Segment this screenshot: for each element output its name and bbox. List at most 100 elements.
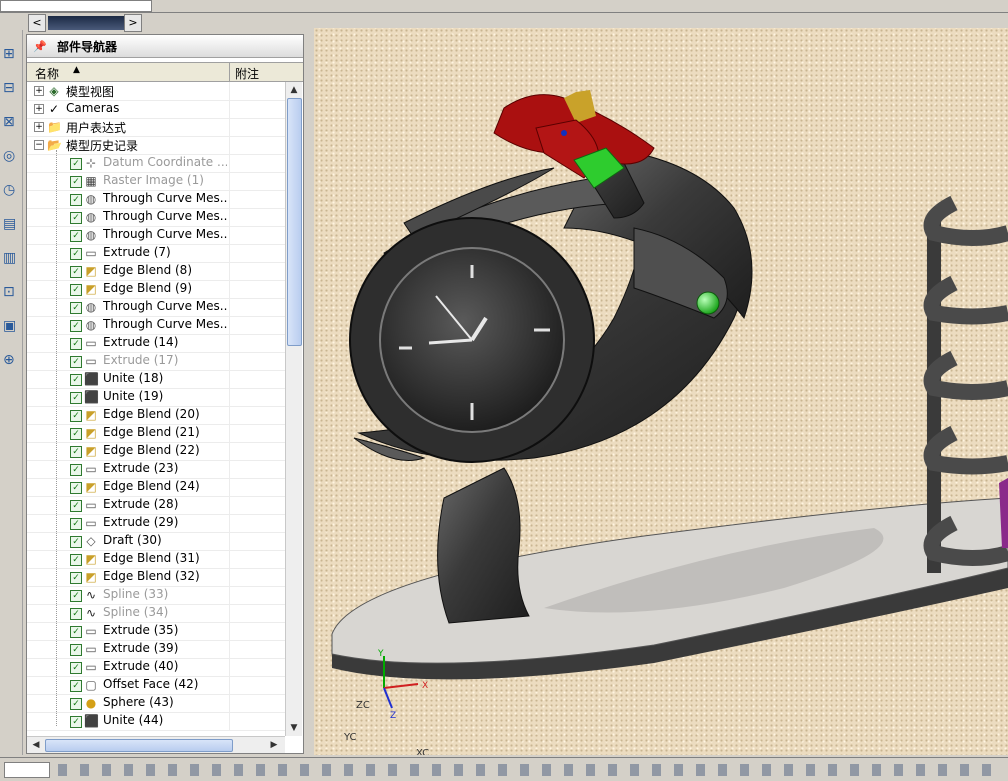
system-materials-icon[interactable]: ▣ (3, 318, 19, 334)
toolbar-icon-strip[interactable] (58, 764, 998, 776)
feature-row[interactable]: ✓◩Edge Blend (22) (27, 442, 285, 461)
feature-checkbox[interactable]: ✓ (70, 230, 82, 242)
horizontal-scrollbar[interactable]: ◀ ▶ (27, 736, 285, 753)
feature-checkbox[interactable]: ✓ (70, 590, 82, 602)
feature-row[interactable]: ✓◍Through Curve Mes... (27, 190, 285, 209)
feature-row[interactable]: ✓∿Spline (33) (27, 586, 285, 605)
templates-icon[interactable]: ▤ (3, 216, 19, 232)
feature-checkbox[interactable]: ✓ (70, 194, 82, 206)
web-browser-icon[interactable]: ⊡ (3, 284, 19, 300)
tree-node[interactable]: +📁用户表达式 (27, 118, 285, 137)
feature-row[interactable]: ✓◩Edge Blend (24) (27, 478, 285, 497)
feature-row[interactable]: ✓▭Extrude (28) (27, 496, 285, 515)
feature-row[interactable]: ✓◩Edge Blend (32) (27, 568, 285, 587)
feature-checkbox[interactable]: ✓ (70, 518, 82, 530)
feature-row[interactable]: ✓▦Raster Image (1) (27, 172, 285, 191)
feature-row[interactable]: ✓◇Draft (30) (27, 532, 285, 551)
scroll-left-icon[interactable]: ◀ (29, 738, 43, 752)
feature-row[interactable]: ✓▭Extrude (17) (27, 352, 285, 371)
feature-row[interactable]: ✓◍Through Curve Mes... (27, 208, 285, 227)
feature-checkbox[interactable]: ✓ (70, 392, 82, 404)
feature-row[interactable]: ✓●Sphere (43) (27, 694, 285, 713)
feature-row[interactable]: ✓▭Extrude (23) (27, 460, 285, 479)
part-navigator-icon[interactable]: ⊠ (3, 114, 19, 130)
constraint-navigator-icon[interactable]: ⊟ (3, 80, 19, 96)
name-column-header[interactable]: 名称 (35, 65, 59, 82)
feature-checkbox[interactable]: ✓ (70, 356, 82, 368)
feature-row[interactable]: ✓◍Through Curve Mes... (27, 226, 285, 245)
feature-row[interactable]: ✓◩Edge Blend (31) (27, 550, 285, 569)
feature-checkbox[interactable]: ✓ (70, 302, 82, 314)
column-divider[interactable] (229, 63, 230, 81)
graphics-viewport[interactable]: X Y Z ZC YC XC (314, 28, 1008, 755)
scroll-up-icon[interactable]: ▲ (287, 83, 301, 97)
feature-checkbox[interactable]: ✓ (70, 554, 82, 566)
nav-back-button[interactable]: < (28, 14, 46, 32)
feature-checkbox[interactable]: ✓ (70, 464, 82, 476)
feature-row[interactable]: ✓◩Edge Blend (8) (27, 262, 285, 281)
feature-checkbox[interactable]: ✓ (70, 212, 82, 224)
feature-row[interactable]: ✓▭Extrude (40) (27, 658, 285, 677)
feature-row[interactable]: ✓▭Extrude (39) (27, 640, 285, 659)
feature-checkbox[interactable]: ✓ (70, 716, 82, 728)
feature-checkbox[interactable]: ✓ (70, 482, 82, 494)
history-icon[interactable]: ◷ (3, 182, 19, 198)
feature-checkbox[interactable]: ✓ (70, 644, 82, 656)
feature-checkbox[interactable]: ✓ (70, 266, 82, 278)
nav-forward-button[interactable]: > (124, 14, 142, 32)
top-combo-box[interactable] (0, 0, 152, 12)
feature-row[interactable]: ✓▭Extrude (29) (27, 514, 285, 533)
feature-row[interactable]: ✓▭Extrude (35) (27, 622, 285, 641)
scroll-down-icon[interactable]: ▼ (287, 721, 301, 735)
roles-icon[interactable]: ⊕ (3, 352, 19, 368)
note-column-header[interactable]: 附注 (235, 65, 259, 82)
feature-row[interactable]: ✓◩Edge Blend (21) (27, 424, 285, 443)
feature-row[interactable]: ✓◩Edge Blend (9) (27, 280, 285, 299)
palettes-icon[interactable]: ▥ (3, 250, 19, 266)
feature-checkbox[interactable]: ✓ (70, 176, 82, 188)
feature-checkbox[interactable]: ✓ (70, 428, 82, 440)
feature-checkbox[interactable]: ✓ (70, 608, 82, 620)
feature-checkbox[interactable]: ✓ (70, 338, 82, 350)
feature-row[interactable]: ✓∿Spline (34) (27, 604, 285, 623)
expand-icon[interactable]: + (34, 122, 44, 132)
reuse-library-icon[interactable]: ◎ (3, 148, 19, 164)
expand-icon[interactable]: + (34, 104, 44, 114)
collapse-icon[interactable]: − (34, 140, 44, 150)
feature-checkbox[interactable]: ✓ (70, 662, 82, 674)
feature-checkbox[interactable]: ✓ (70, 698, 82, 710)
feature-checkbox[interactable]: ✓ (70, 248, 82, 260)
feature-checkbox[interactable]: ✓ (70, 572, 82, 584)
assembly-navigator-icon[interactable]: ⊞ (3, 46, 19, 62)
feature-row[interactable]: ✓▢Offset Face (42) (27, 676, 285, 695)
feature-row[interactable]: ✓◍Through Curve Mes... (27, 298, 285, 317)
scroll-right-icon[interactable]: ▶ (267, 738, 281, 752)
feature-row[interactable]: ✓⊹Datum Coordinate ... (27, 154, 285, 173)
feature-checkbox[interactable]: ✓ (70, 284, 82, 296)
vertical-scroll-thumb[interactable] (287, 98, 302, 346)
tree-node[interactable]: +◈模型视图 (27, 82, 285, 101)
feature-checkbox[interactable]: ✓ (70, 626, 82, 638)
feature-checkbox[interactable]: ✓ (70, 500, 82, 512)
feature-checkbox[interactable]: ✓ (70, 536, 82, 548)
feature-checkbox[interactable]: ✓ (70, 320, 82, 332)
feature-row[interactable]: ✓▭Extrude (7) (27, 244, 285, 263)
tree-node[interactable]: +✓Cameras (27, 100, 285, 119)
tree-node[interactable]: −📂模型历史记录 (27, 136, 285, 155)
feature-row[interactable]: ✓⬛Unite (44) (27, 712, 285, 731)
feature-row[interactable]: ✓◍Through Curve Mes... (27, 316, 285, 335)
feature-row[interactable]: ✓⬛Unite (19) (27, 388, 285, 407)
feature-row[interactable]: ✓◩Edge Blend (20) (27, 406, 285, 425)
horizontal-scroll-thumb[interactable] (45, 739, 233, 752)
pin-icon[interactable]: 📌 (33, 40, 47, 53)
feature-checkbox[interactable]: ✓ (70, 680, 82, 692)
vertical-scrollbar[interactable]: ▲ ▼ (285, 82, 302, 736)
feature-checkbox[interactable]: ✓ (70, 446, 82, 458)
feature-checkbox[interactable]: ✓ (70, 158, 82, 170)
feature-row[interactable]: ✓⬛Unite (18) (27, 370, 285, 389)
selection-filter-combo[interactable] (4, 762, 50, 778)
expand-icon[interactable]: + (34, 86, 44, 96)
feature-checkbox[interactable]: ✓ (70, 410, 82, 422)
feature-checkbox[interactable]: ✓ (70, 374, 82, 386)
feature-row[interactable]: ✓▭Extrude (14) (27, 334, 285, 353)
